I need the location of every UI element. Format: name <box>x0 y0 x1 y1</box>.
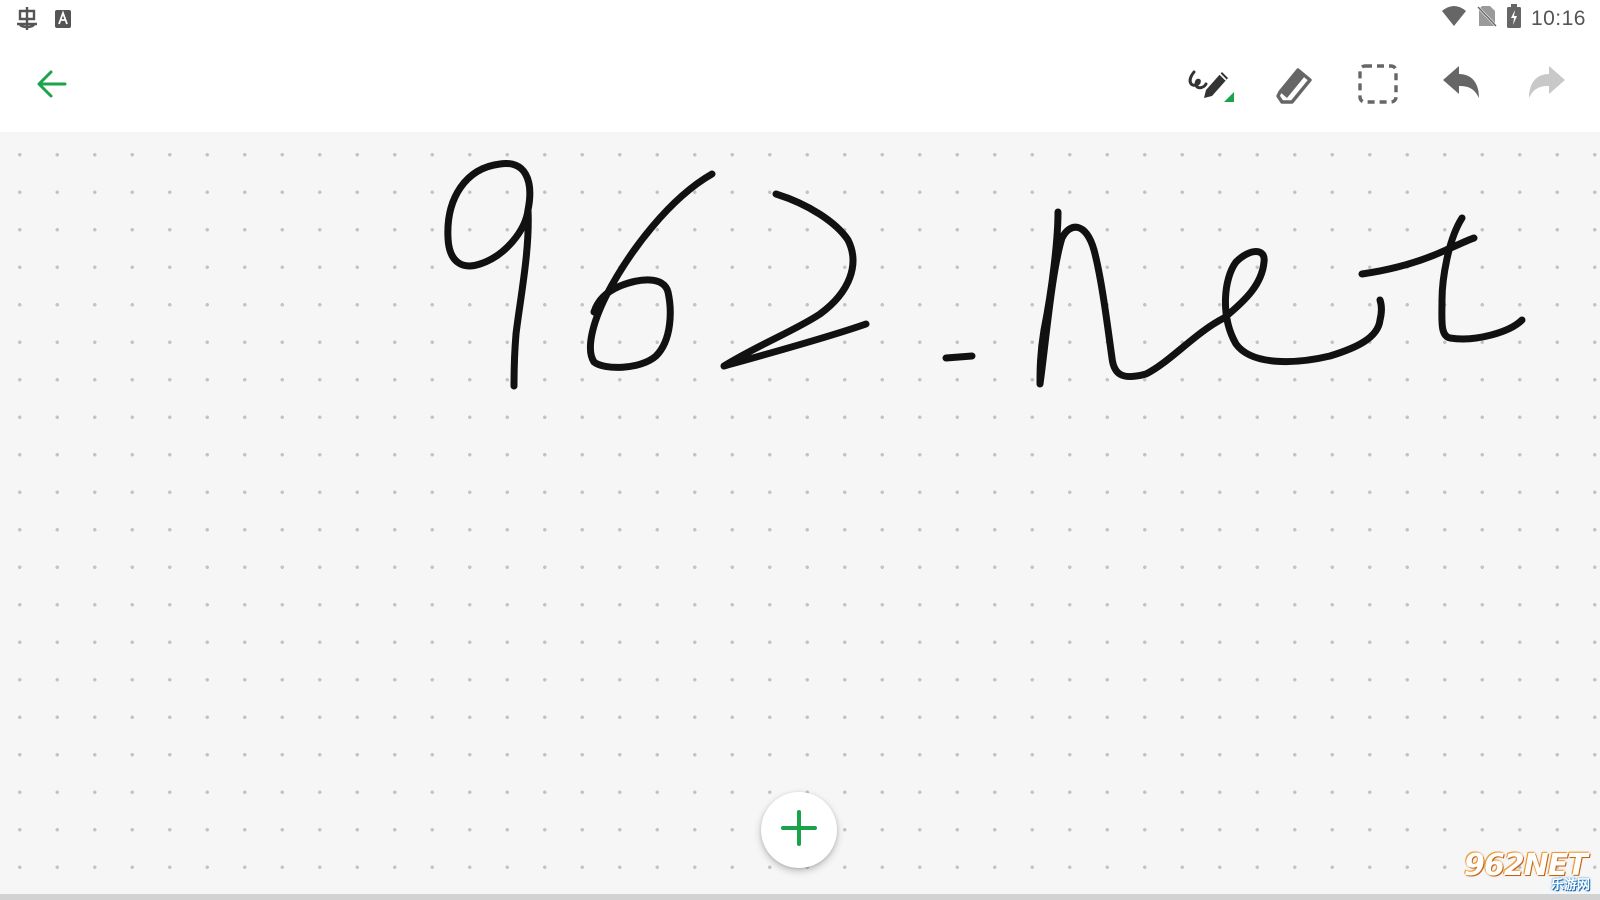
redo-icon <box>1525 64 1567 109</box>
no-sim-icon <box>1477 5 1497 32</box>
bottom-edge <box>0 894 1600 900</box>
undo-button[interactable] <box>1434 58 1490 114</box>
wifi-icon <box>1441 5 1467 32</box>
ink-stroke-2 <box>720 190 870 370</box>
add-button[interactable] <box>761 792 837 868</box>
drawing-canvas[interactable] <box>0 132 1600 894</box>
pen-tool-button[interactable] <box>1182 58 1238 114</box>
ink-stroke-n <box>1036 208 1228 388</box>
keyboard-a-icon <box>54 9 72 34</box>
eraser-tool-button[interactable] <box>1266 58 1322 114</box>
status-left-icons <box>14 6 72 37</box>
battery-charging-icon <box>1506 4 1521 33</box>
arrow-left-icon <box>35 67 69 106</box>
status-right-icons: 10:16 <box>1441 4 1586 33</box>
ink-stroke-6 <box>586 170 716 371</box>
undo-icon <box>1441 64 1483 109</box>
ink-stroke-dot <box>942 352 976 362</box>
status-bar: 10:16 <box>0 0 1600 36</box>
lasso-select-button[interactable] <box>1350 58 1406 114</box>
editor-toolbar <box>0 36 1600 132</box>
handwriting-strokes <box>444 160 1526 390</box>
pen-icon <box>1184 58 1236 115</box>
ink-stroke-t-bar <box>1358 234 1478 278</box>
ink-stroke-e <box>1220 248 1385 365</box>
watermark-logo: 962NET 乐游网 <box>1458 848 1594 894</box>
watermark-sub: 乐游网 <box>1550 878 1590 893</box>
bug-icon <box>14 6 40 37</box>
back-button[interactable] <box>28 62 76 110</box>
lasso-select-icon <box>1356 62 1400 111</box>
ink-stroke-t-stem <box>1438 214 1526 343</box>
status-clock: 10:16 <box>1530 6 1586 30</box>
redo-button[interactable] <box>1518 58 1574 114</box>
eraser-icon <box>1272 62 1316 111</box>
plus-icon <box>779 808 819 853</box>
ink-stroke-9 <box>444 160 534 390</box>
